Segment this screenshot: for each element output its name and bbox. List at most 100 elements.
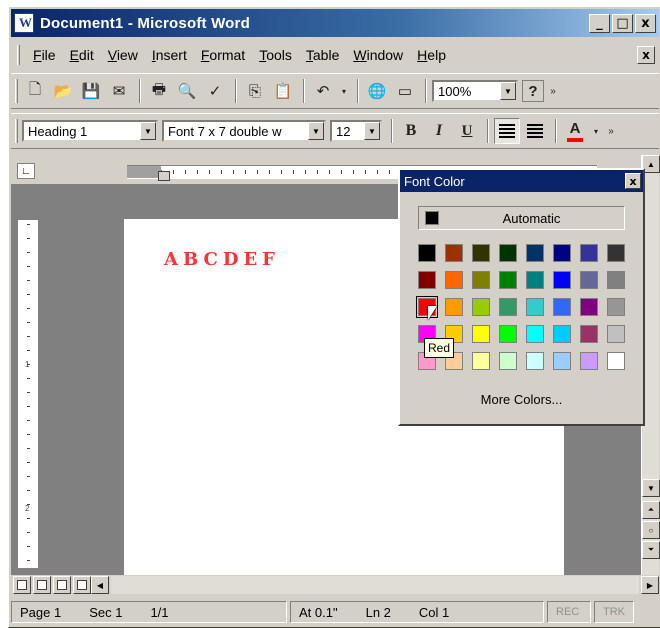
toolbar-overflow-icon[interactable]: »: [604, 118, 618, 144]
font-size-combo[interactable]: 12 ▼: [330, 120, 382, 142]
more-colors-button[interactable]: More Colors...: [418, 392, 625, 412]
email-icon[interactable]: ✉: [106, 78, 132, 104]
help-icon[interactable]: ?: [522, 80, 544, 102]
popup-title-bar[interactable]: Font Color x: [400, 170, 643, 192]
normal-view-button[interactable]: [13, 576, 31, 594]
scroll-down-button[interactable]: ▼: [642, 479, 660, 497]
color-swatch[interactable]: [472, 244, 490, 262]
color-swatch[interactable]: [580, 244, 598, 262]
menu-format[interactable]: Format: [194, 44, 252, 66]
select-browse-object-button[interactable]: ○: [642, 521, 660, 539]
vertical-ruler[interactable]: 1 2: [17, 219, 39, 569]
underline-button[interactable]: U: [454, 118, 480, 144]
color-swatch[interactable]: [553, 352, 571, 370]
toolbar-overflow-icon[interactable]: »: [546, 78, 560, 104]
new-document-icon[interactable]: 🗋: [22, 78, 48, 104]
color-swatch[interactable]: [472, 325, 490, 343]
color-swatch[interactable]: [526, 352, 544, 370]
color-swatch[interactable]: [553, 298, 571, 316]
color-swatch[interactable]: [445, 244, 463, 262]
color-swatch[interactable]: [580, 325, 598, 343]
color-swatch[interactable]: [580, 271, 598, 289]
previous-page-button[interactable]: ⏶: [642, 501, 660, 519]
title-bar[interactable]: Document1 - Microsoft Word _ □ x: [11, 9, 659, 37]
word-app-icon[interactable]: [14, 13, 34, 33]
justify-button[interactable]: [522, 118, 548, 144]
color-swatch[interactable]: [607, 244, 625, 262]
color-swatch[interactable]: [472, 271, 490, 289]
color-swatch[interactable]: [580, 352, 598, 370]
close-button[interactable]: x: [635, 13, 656, 33]
color-swatch[interactable]: [526, 271, 544, 289]
color-swatch[interactable]: [607, 298, 625, 316]
chevron-down-icon[interactable]: ▼: [500, 82, 516, 100]
open-folder-icon[interactable]: 📂: [50, 78, 76, 104]
color-swatch[interactable]: [499, 244, 517, 262]
print-preview-icon[interactable]: 🔍: [174, 78, 200, 104]
save-icon[interactable]: 💾: [78, 78, 104, 104]
color-swatch[interactable]: [418, 271, 436, 289]
color-swatch[interactable]: [580, 298, 598, 316]
horizontal-scrollbar[interactable]: [111, 576, 639, 594]
italic-button[interactable]: I: [426, 118, 452, 144]
color-swatch[interactable]: [526, 325, 544, 343]
scroll-right-button[interactable]: ▶: [641, 576, 659, 594]
undo-icon[interactable]: ↶: [310, 78, 336, 104]
color-swatch[interactable]: [553, 244, 571, 262]
color-swatch[interactable]: [472, 298, 490, 316]
menu-bar-grip[interactable]: [17, 45, 20, 65]
align-left-button[interactable]: [494, 118, 520, 144]
insert-hyperlink-icon[interactable]: 🌐: [364, 78, 390, 104]
paste-icon[interactable]: 📋: [270, 78, 296, 104]
color-swatch[interactable]: [607, 271, 625, 289]
color-swatch[interactable]: [499, 352, 517, 370]
menu-help[interactable]: Help: [410, 44, 453, 66]
color-swatch[interactable]: [607, 352, 625, 370]
color-swatch[interactable]: [526, 244, 544, 262]
popup-close-button[interactable]: x: [625, 173, 641, 189]
tables-borders-icon[interactable]: ▭: [392, 78, 418, 104]
menu-window[interactable]: Window: [346, 44, 410, 66]
font-color-dropdown-icon[interactable]: ▾: [590, 118, 602, 144]
indent-marker[interactable]: [157, 157, 170, 181]
status-rec[interactable]: REC: [547, 601, 591, 623]
undo-dropdown-icon[interactable]: ▾: [338, 78, 350, 104]
color-swatch[interactable]: [499, 298, 517, 316]
menu-table[interactable]: Table: [299, 44, 346, 66]
chevron-down-icon[interactable]: ▼: [364, 122, 380, 140]
zoom-combo[interactable]: 100% ▼: [432, 80, 518, 102]
document-text[interactable]: ABCDEF: [164, 249, 280, 270]
document-close-button[interactable]: x: [637, 46, 655, 64]
color-swatch[interactable]: [418, 244, 436, 262]
color-swatch[interactable]: [553, 271, 571, 289]
status-trk[interactable]: TRK: [594, 601, 634, 623]
menu-file[interactable]: File: [26, 44, 63, 66]
chevron-down-icon[interactable]: ▼: [140, 122, 156, 140]
minimize-button[interactable]: _: [589, 13, 610, 33]
toolbar-grip[interactable]: [15, 79, 18, 103]
menu-tools[interactable]: Tools: [252, 44, 299, 66]
color-swatch[interactable]: [445, 298, 463, 316]
color-swatch[interactable]: [499, 271, 517, 289]
chevron-down-icon[interactable]: ▼: [308, 122, 324, 140]
style-combo[interactable]: Heading 1 ▼: [22, 120, 158, 142]
copy-icon[interactable]: ⎘: [242, 78, 268, 104]
font-combo[interactable]: Font 7 x 7 double w ▼: [162, 120, 326, 142]
spelling-icon[interactable]: ✓: [202, 78, 228, 104]
color-swatch[interactable]: [607, 325, 625, 343]
menu-insert[interactable]: Insert: [145, 44, 194, 66]
color-swatch[interactable]: [472, 352, 490, 370]
color-swatch[interactable]: [445, 271, 463, 289]
menu-view[interactable]: View: [101, 44, 145, 66]
menu-edit[interactable]: Edit: [63, 44, 101, 66]
font-color-button[interactable]: A: [562, 118, 588, 144]
toolbar-grip[interactable]: [15, 119, 18, 143]
next-page-button[interactable]: ⏷: [642, 541, 660, 559]
print-icon[interactable]: 🖶: [146, 78, 172, 104]
outline-view-button[interactable]: [73, 576, 91, 594]
web-layout-view-button[interactable]: [33, 576, 51, 594]
automatic-color-button[interactable]: Automatic: [418, 206, 625, 230]
maximize-button[interactable]: □: [612, 13, 633, 33]
scroll-left-button[interactable]: ◀: [91, 576, 109, 594]
color-swatch[interactable]: [499, 325, 517, 343]
